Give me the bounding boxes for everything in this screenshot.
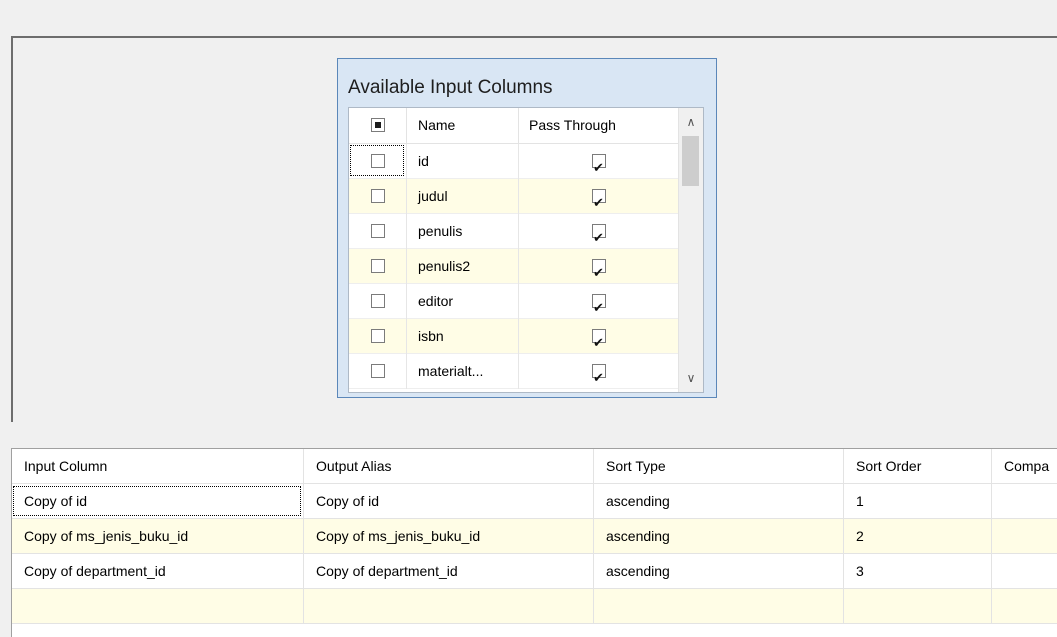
sort-type-cell[interactable]: ascending <box>594 484 844 519</box>
sort-order-cell[interactable]: 3 <box>844 554 992 589</box>
column-row[interactable]: id <box>349 144 679 179</box>
pass-through-checkbox[interactable] <box>592 257 606 284</box>
column-row[interactable]: materialt... <box>349 354 679 389</box>
panel-title: Available Input Columns <box>348 77 553 98</box>
chevron-up-icon[interactable]: ∧ <box>679 111 703 133</box>
pass-through-checkbox[interactable] <box>592 292 606 319</box>
input-column-cell[interactable] <box>12 589 304 624</box>
select-checkbox[interactable] <box>371 154 385 168</box>
input-column-cell[interactable]: Copy of ms_jenis_buku_id <box>12 519 304 554</box>
pass-through-cell <box>519 319 679 354</box>
pass-through-checkbox[interactable] <box>592 222 606 249</box>
sort-type-cell[interactable]: ascending <box>594 519 844 554</box>
output-alias-cell[interactable]: Copy of department_id <box>304 554 594 589</box>
select-cell <box>349 179 407 214</box>
column-row[interactable]: editor <box>349 284 679 319</box>
select-cell <box>349 249 407 284</box>
focus-outline <box>13 486 301 516</box>
pass-through-checkbox[interactable] <box>592 152 606 179</box>
pass-through-cell <box>519 179 679 214</box>
columns-grid-header: Name Pass Through <box>349 108 679 144</box>
header-output-alias[interactable]: Output Alias <box>304 449 594 484</box>
pass-through-cell <box>519 214 679 249</box>
comparison-flags-cell[interactable] <box>992 554 1057 589</box>
select-all-checkbox[interactable] <box>371 118 385 132</box>
header-name[interactable]: Name <box>407 108 519 143</box>
sort-order-cell[interactable]: 1 <box>844 484 992 519</box>
columns-grid: Name Pass Through id judul penulis <box>348 107 704 393</box>
column-row[interactable]: penulis <box>349 214 679 249</box>
select-all-cell <box>349 108 407 143</box>
column-row[interactable]: penulis2 <box>349 249 679 284</box>
sort-grid-header: Input Column Output Alias Sort Type Sort… <box>12 449 1057 484</box>
output-alias-cell[interactable]: Copy of id <box>304 484 594 519</box>
column-name: editor <box>407 284 519 319</box>
output-alias-cell[interactable] <box>304 589 594 624</box>
pane-splitter[interactable] <box>0 422 1057 448</box>
table-row[interactable]: Copy of department_id Copy of department… <box>12 554 1057 589</box>
scroll-thumb[interactable] <box>682 136 699 186</box>
table-row[interactable] <box>12 589 1057 624</box>
column-name: materialt... <box>407 354 519 389</box>
header-pass-through[interactable]: Pass Through <box>519 108 679 143</box>
pass-through-checkbox[interactable] <box>592 327 606 354</box>
column-row[interactable]: isbn <box>349 319 679 354</box>
input-column-cell[interactable]: Copy of department_id <box>12 554 304 589</box>
comparison-flags-cell[interactable] <box>992 589 1057 624</box>
pass-through-checkbox[interactable] <box>592 187 606 214</box>
available-input-columns-panel: Available Input Columns Name Pass Throug… <box>337 58 717 398</box>
table-row[interactable]: Copy of ms_jenis_buku_id Copy of ms_jeni… <box>12 519 1057 554</box>
header-sort-order[interactable]: Sort Order <box>844 449 992 484</box>
chevron-down-icon[interactable]: ∨ <box>679 367 703 389</box>
select-checkbox[interactable] <box>371 364 385 378</box>
output-alias-cell[interactable]: Copy of ms_jenis_buku_id <box>304 519 594 554</box>
column-name: isbn <box>407 319 519 354</box>
table-row[interactable]: Copy of id Copy of id ascending 1 <box>12 484 1057 519</box>
pass-through-cell <box>519 354 679 389</box>
column-name: id <box>407 144 519 179</box>
select-checkbox[interactable] <box>371 224 385 238</box>
input-column-cell[interactable]: Copy of id <box>12 484 304 519</box>
sort-columns-grid: Input Column Output Alias Sort Type Sort… <box>11 448 1057 637</box>
sort-order-cell[interactable] <box>844 589 992 624</box>
pass-through-checkbox[interactable] <box>592 362 606 389</box>
select-cell <box>349 214 407 249</box>
sort-order-cell[interactable]: 2 <box>844 519 992 554</box>
comparison-flags-cell[interactable] <box>992 519 1057 554</box>
pass-through-cell <box>519 284 679 319</box>
sort-type-cell[interactable] <box>594 589 844 624</box>
select-checkbox[interactable] <box>371 189 385 203</box>
header-sort-type[interactable]: Sort Type <box>594 449 844 484</box>
select-cell <box>349 144 407 179</box>
header-comparison-flags[interactable]: Compa <box>992 449 1057 484</box>
sort-type-cell[interactable]: ascending <box>594 554 844 589</box>
columns-grid-rows: id judul penulis penulis2 editor <box>349 144 679 389</box>
select-checkbox[interactable] <box>371 329 385 343</box>
column-row[interactable]: judul <box>349 179 679 214</box>
pass-through-cell <box>519 144 679 179</box>
select-cell <box>349 354 407 389</box>
select-cell <box>349 319 407 354</box>
select-checkbox[interactable] <box>371 259 385 273</box>
pass-through-cell <box>519 249 679 284</box>
column-name: judul <box>407 179 519 214</box>
header-input-column[interactable]: Input Column <box>12 449 304 484</box>
vertical-scrollbar[interactable]: ∧ ∨ <box>678 108 703 392</box>
column-name: penulis <box>407 214 519 249</box>
column-name: penulis2 <box>407 249 519 284</box>
select-checkbox[interactable] <box>371 294 385 308</box>
comparison-flags-cell[interactable] <box>992 484 1057 519</box>
select-cell <box>349 284 407 319</box>
